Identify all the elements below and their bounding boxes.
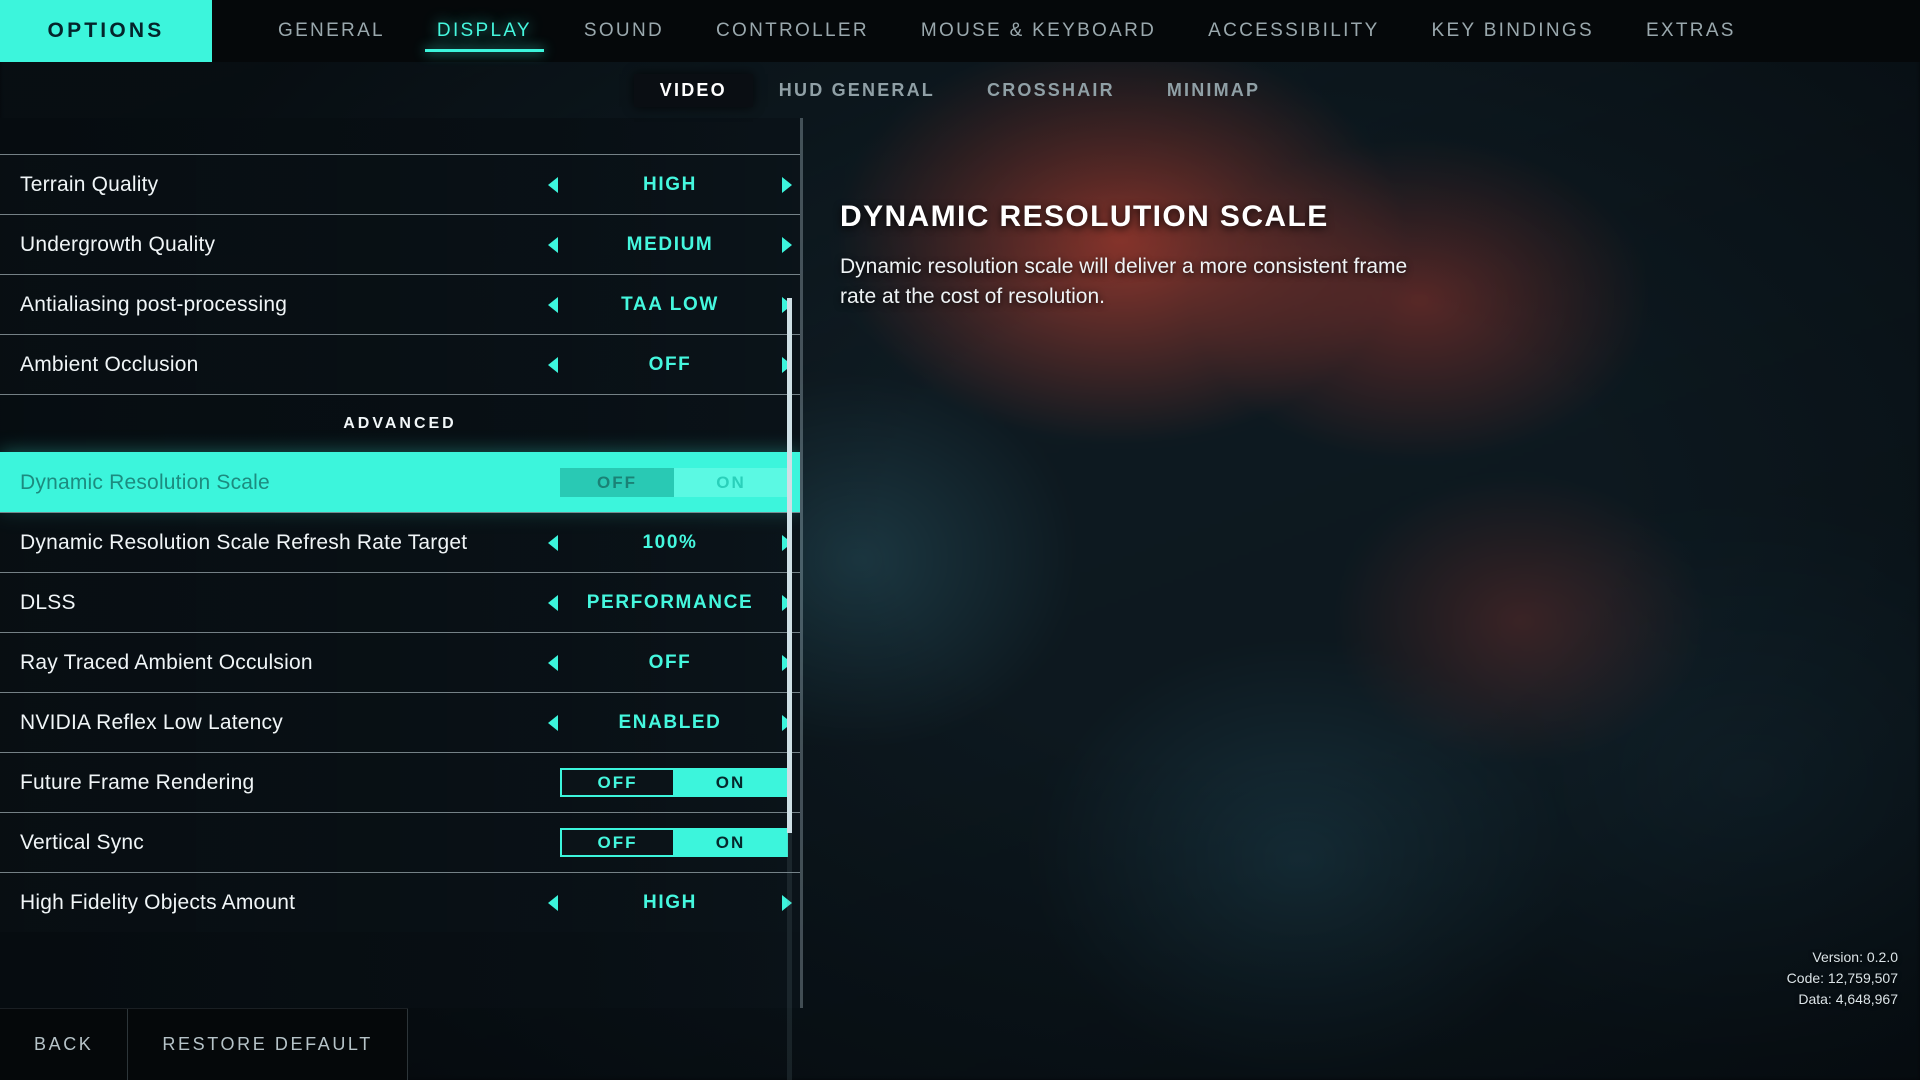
setting-selector-terrain-quality: HIGH xyxy=(540,172,800,198)
setting-row-dynamic-resolution-scale-refresh-rate-target[interactable]: Dynamic Resolution Scale Refresh Rate Ta… xyxy=(0,512,800,572)
setting-row-nvidia-reflex-low-latency[interactable]: NVIDIA Reflex Low Latency ENABLED xyxy=(0,692,800,752)
setting-row-high-fidelity-objects-amount[interactable]: High Fidelity Objects Amount HIGH xyxy=(0,872,800,932)
setting-label-dynamic-resolution-scale-refresh-rate-target: Dynamic Resolution Scale Refresh Rate Ta… xyxy=(20,530,468,554)
setting-selector-dlss: PERFORMANCE xyxy=(540,590,800,616)
setting-label-ambient-occlusion: Ambient Occlusion xyxy=(20,352,199,376)
setting-row-undergrowth-quality[interactable]: Undergrowth Quality MEDIUM xyxy=(0,214,800,274)
top-navigation-bar: OPTIONS GENERAL DISPLAY SOUND CONTROLLER MOU… xyxy=(0,0,1920,62)
setting-label-high-fidelity-objects-amount: High Fidelity Objects Amount xyxy=(20,890,296,914)
setting-label-vertical-sync: Vertical Sync xyxy=(20,830,144,854)
settings-list: Terrain Quality HIGH Undergrowth Quality ME… xyxy=(0,154,800,1008)
toggle-holder: OFF ON xyxy=(540,468,800,497)
setting-selector-antialiasing-post-processing: TAA LOW xyxy=(540,292,800,318)
back-button[interactable]: BACK xyxy=(0,1009,129,1080)
setting-selector-dynamic-resolution-scale-refresh-rate-target: 100% xyxy=(540,530,800,556)
setting-value-nvidia-reflex-low-latency: ENABLED xyxy=(618,711,722,733)
options-title-tag: OPTIONS xyxy=(0,0,212,62)
arrow-right-icon[interactable] xyxy=(774,232,800,258)
setting-label-undergrowth-quality: Undergrowth Quality xyxy=(20,232,216,256)
tab-general[interactable]: GENERAL xyxy=(252,0,411,62)
description-title: DYNAMIC RESOLUTION SCALE xyxy=(840,200,1329,233)
restore-default-button[interactable]: RESTORE DEFAULT xyxy=(128,1009,408,1080)
setting-value-ambient-occlusion: OFF xyxy=(648,353,692,375)
setting-row-terrain-quality[interactable]: Terrain Quality HIGH xyxy=(0,154,800,214)
tab-key-bindings[interactable]: KEY BINDINGS xyxy=(1406,0,1620,62)
toggle-option-off[interactable]: OFF xyxy=(560,768,675,797)
setting-label-terrain-quality: Terrain Quality xyxy=(20,172,159,196)
panel-divider xyxy=(800,118,803,1008)
sub-tab-list: VIDEO HUD GENERAL CROSSHAIR MINIMAP xyxy=(0,62,1920,118)
setting-row-dlss[interactable]: DLSS PERFORMANCE xyxy=(0,572,800,632)
arrow-left-icon[interactable] xyxy=(540,292,566,318)
footer-button-group: BACK RESTORE DEFAULT xyxy=(0,1008,408,1080)
tab-mouse-keyboard[interactable]: MOUSE & KEYBOARD xyxy=(895,0,1182,62)
toggle-option-on[interactable]: ON xyxy=(675,828,788,857)
tab-display[interactable]: DISPLAY xyxy=(411,0,558,62)
arrow-right-icon[interactable] xyxy=(774,172,800,198)
toggle-option-on[interactable]: ON xyxy=(675,768,788,797)
arrow-left-icon[interactable] xyxy=(540,530,566,556)
arrow-left-icon[interactable] xyxy=(540,650,566,676)
setting-selector-ray-traced-ambient-occulsion: OFF xyxy=(540,650,800,676)
tab-accessibility[interactable]: ACCESSIBILITY xyxy=(1182,0,1405,62)
version-info: Version: 0.2.0 Code: 12,759,507 Data: 4,… xyxy=(1787,947,1898,1010)
subtab-hud-general[interactable]: HUD GENERAL xyxy=(753,74,961,107)
setting-row-future-frame-rendering[interactable]: Future Frame Rendering OFF ON xyxy=(0,752,800,812)
setting-toggle-future-frame-rendering[interactable]: OFF ON xyxy=(560,768,788,797)
arrow-left-icon[interactable] xyxy=(540,890,566,916)
options-title-label: OPTIONS xyxy=(47,19,165,42)
arrow-left-icon[interactable] xyxy=(540,172,566,198)
toggle-holder: OFF ON xyxy=(540,768,800,797)
toggle-holder: OFF ON xyxy=(540,828,800,857)
main-tab-list: GENERAL DISPLAY SOUND CONTROLLER MOUSE & KEY… xyxy=(212,0,1762,62)
setting-selector-nvidia-reflex-low-latency: ENABLED xyxy=(540,710,800,736)
setting-value-ray-traced-ambient-occulsion: OFF xyxy=(648,651,692,673)
setting-selector-high-fidelity-objects-amount: HIGH xyxy=(540,890,800,916)
setting-value-terrain-quality: HIGH xyxy=(643,173,697,195)
arrow-left-icon[interactable] xyxy=(540,590,566,616)
setting-toggle-vertical-sync[interactable]: OFF ON xyxy=(560,828,788,857)
subtab-minimap[interactable]: MINIMAP xyxy=(1141,74,1286,107)
setting-value-high-fidelity-objects-amount: HIGH xyxy=(643,891,697,913)
toggle-option-on[interactable]: ON xyxy=(674,468,788,497)
setting-value-antialiasing-post-processing: TAA LOW xyxy=(621,293,719,315)
settings-panel: Terrain Quality HIGH Undergrowth Quality ME… xyxy=(0,118,800,1080)
arrow-left-icon[interactable] xyxy=(540,352,566,378)
tab-extras[interactable]: EXTRAS xyxy=(1620,0,1762,62)
setting-label-nvidia-reflex-low-latency: NVIDIA Reflex Low Latency xyxy=(20,710,283,734)
setting-row-ambient-occlusion[interactable]: Ambient Occlusion OFF xyxy=(0,334,800,394)
setting-selector-undergrowth-quality: MEDIUM xyxy=(540,232,800,258)
setting-label-ray-traced-ambient-occulsion: Ray Traced Ambient Occulsion xyxy=(20,650,313,674)
setting-row-antialiasing-post-processing[interactable]: Antialiasing post-processing TAA LOW xyxy=(0,274,800,334)
settings-scrollbar-thumb[interactable] xyxy=(787,298,792,833)
setting-selector-ambient-occlusion: OFF xyxy=(540,352,800,378)
setting-row-ray-traced-ambient-occulsion[interactable]: Ray Traced Ambient Occulsion OFF xyxy=(0,632,800,692)
setting-row-dynamic-resolution-scale[interactable]: Dynamic Resolution Scale OFF ON xyxy=(0,452,800,512)
arrow-left-icon[interactable] xyxy=(540,232,566,258)
setting-label-dynamic-resolution-scale: Dynamic Resolution Scale xyxy=(20,470,270,494)
setting-label-future-frame-rendering: Future Frame Rendering xyxy=(20,770,255,794)
code-size: Code: 12,759,507 xyxy=(1786,970,1898,986)
data-size: Data: 4,648,967 xyxy=(1798,991,1898,1007)
setting-toggle-dynamic-resolution-scale[interactable]: OFF ON xyxy=(560,468,788,497)
section-header-advanced: ADVANCED xyxy=(0,394,800,452)
footer-bar: BACK RESTORE DEFAULT xyxy=(0,1008,1920,1080)
setting-value-undergrowth-quality: MEDIUM xyxy=(626,233,714,255)
tab-controller[interactable]: CONTROLLER xyxy=(690,0,895,62)
subtab-video[interactable]: VIDEO xyxy=(633,73,753,107)
subtab-crosshair[interactable]: CROSSHAIR xyxy=(961,74,1141,107)
setting-value-dynamic-resolution-scale-refresh-rate-target: 100% xyxy=(642,531,698,553)
tab-sound[interactable]: SOUND xyxy=(558,0,690,62)
setting-value-dlss: PERFORMANCE xyxy=(586,591,754,613)
description-body: Dynamic resolution scale will deliver a … xyxy=(840,255,1408,308)
toggle-option-off[interactable]: OFF xyxy=(560,828,675,857)
setting-label-dlss: DLSS xyxy=(20,590,76,614)
setting-label-antialiasing-post-processing: Antialiasing post-processing xyxy=(20,292,288,316)
toggle-option-off[interactable]: OFF xyxy=(560,468,674,497)
arrow-left-icon[interactable] xyxy=(540,710,566,736)
description-panel: DYNAMIC RESOLUTION SCALE Dynamic resolut… xyxy=(840,200,1520,312)
setting-row-vertical-sync[interactable]: Vertical Sync OFF ON xyxy=(0,812,800,872)
version-number: Version: 0.2.0 xyxy=(1812,949,1898,965)
